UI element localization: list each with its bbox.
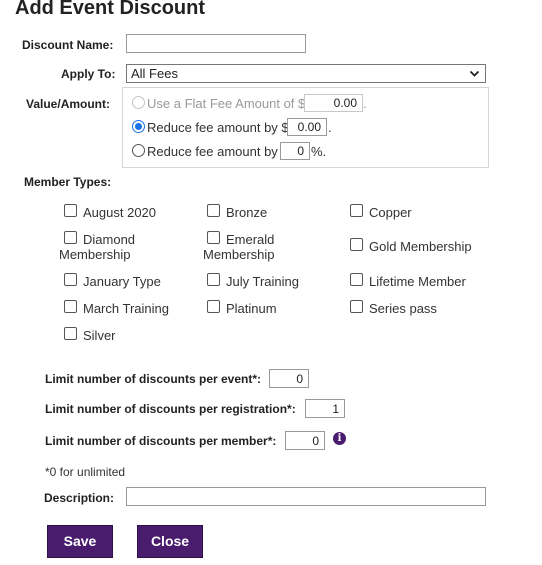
member-types-label: Member Types: — [24, 175, 112, 189]
flat-fee-amount-input[interactable] — [304, 94, 363, 112]
member-type-checkbox-march-training[interactable] — [64, 300, 77, 313]
member-type-checkbox-diamond-membership[interactable] — [64, 231, 77, 244]
limit-per-member-input[interactable] — [285, 431, 325, 450]
limit-per-member-label: Limit number of discounts per member*: — [45, 434, 277, 448]
apply-to-select[interactable]: All Fees — [126, 64, 486, 83]
member-type-label: Silver — [83, 328, 116, 343]
member-type-checkbox-bronze[interactable] — [207, 204, 220, 217]
flat-fee-radio[interactable] — [132, 96, 145, 109]
reduce-by-dollar-radio[interactable] — [132, 120, 145, 133]
apply-to-label: Apply To: — [61, 67, 116, 81]
reduce-by-dollar-input[interactable] — [287, 118, 327, 136]
reduce-by-percent-label: Reduce fee amount by — [147, 144, 278, 159]
reduce-by-dollar-suffix: . — [328, 120, 332, 135]
discount-name-input[interactable] — [126, 34, 306, 53]
member-type-checkbox-silver[interactable] — [64, 327, 77, 340]
member-type-label: Bronze — [226, 205, 268, 220]
member-type-checkbox-emerald-membership[interactable] — [207, 231, 220, 244]
dialog-title: Add Event Discount — [15, 0, 206, 19]
member-type-label-line2: Membership — [203, 247, 275, 262]
reduce-by-percent-suffix: %. — [311, 144, 327, 159]
apply-to-selected-value: All Fees — [131, 66, 178, 81]
member-type-label: Lifetime Member — [369, 274, 466, 289]
info-icon[interactable]: i — [333, 432, 346, 445]
member-type-checkbox-series-pass[interactable] — [350, 300, 363, 313]
member-type-label: Series pass — [369, 301, 437, 316]
value-amount-panel: Use a Flat Fee Amount of $ . Reduce fee … — [122, 87, 489, 168]
member-type-checkbox-gold-membership[interactable] — [350, 238, 363, 251]
member-type-label-line2: Membership — [59, 247, 131, 262]
member-type-checkbox-january-type[interactable] — [64, 273, 77, 286]
save-button[interactable]: Save — [47, 525, 113, 558]
reduce-by-percent-radio[interactable] — [132, 144, 145, 157]
limit-per-registration-input[interactable] — [305, 399, 345, 418]
member-type-label: Diamond — [83, 232, 136, 247]
member-type-label: Copper — [369, 205, 412, 220]
reduce-by-dollar-label: Reduce fee amount by $ — [147, 120, 289, 135]
member-type-checkbox-copper[interactable] — [350, 204, 363, 217]
close-button[interactable]: Close — [137, 525, 203, 558]
flat-fee-label: Use a Flat Fee Amount of $ — [147, 96, 306, 111]
member-type-checkbox-platinum[interactable] — [207, 300, 220, 313]
limit-per-registration-label: Limit number of discounts per registrati… — [45, 402, 296, 416]
member-type-label: January Type — [83, 274, 161, 289]
reduce-by-percent-input[interactable] — [280, 142, 310, 160]
member-type-label: July Training — [226, 274, 299, 289]
chevron-down-icon — [469, 70, 480, 77]
member-type-label: Gold Membership — [369, 239, 472, 254]
description-input[interactable] — [126, 487, 486, 506]
limit-per-event-label: Limit number of discounts per event*: — [45, 372, 262, 386]
member-type-checkbox-july-training[interactable] — [207, 273, 220, 286]
limit-per-event-input[interactable] — [269, 369, 309, 388]
member-type-checkbox-august-2020[interactable] — [64, 204, 77, 217]
description-label: Description: — [44, 491, 115, 505]
member-type-label: Platinum — [226, 301, 277, 316]
member-type-label: Emerald — [226, 232, 275, 247]
discount-name-label: Discount Name: — [22, 38, 114, 52]
member-type-label: August 2020 — [83, 205, 157, 220]
member-type-checkbox-lifetime-member[interactable] — [350, 273, 363, 286]
member-type-label: March Training — [83, 301, 169, 316]
flat-fee-suffix: . — [363, 96, 367, 111]
value-amount-label: Value/Amount: — [26, 97, 111, 111]
unlimited-note: *0 for unlimited — [45, 465, 126, 479]
